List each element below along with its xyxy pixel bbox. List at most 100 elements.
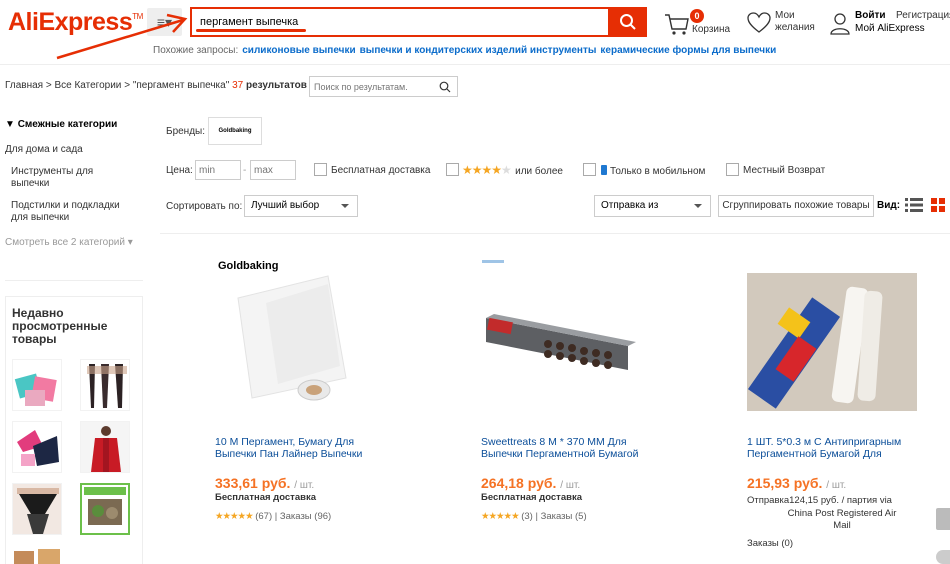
- my-aliexpress-link[interactable]: Мой AliExpress: [855, 23, 925, 34]
- feedback-tab[interactable]: [936, 508, 950, 530]
- recent-thumbnail[interactable]: [80, 421, 130, 473]
- cart-icon: [665, 14, 689, 35]
- orders-count[interactable]: Заказы (5): [541, 511, 587, 522]
- filters-divider: [160, 233, 950, 234]
- ship-from-select[interactable]: Отправка из: [594, 195, 711, 217]
- product-image: [12, 545, 62, 564]
- product-image: Goldbaking: [208, 258, 378, 408]
- product-image: [81, 360, 129, 410]
- product-image: [13, 360, 61, 410]
- brand-filter-goldbaking[interactable]: Goldbaking: [208, 117, 262, 145]
- review-count[interactable]: (67): [255, 511, 272, 522]
- product-image: [478, 258, 648, 408]
- category-parent[interactable]: Для дома и сада: [5, 144, 83, 156]
- register-link[interactable]: Регистрация: [896, 10, 950, 21]
- price-max-input[interactable]: [251, 161, 295, 179]
- rating-stars[interactable]: ★★★★★ или более: [462, 163, 563, 177]
- scroll-top-button[interactable]: [936, 550, 950, 564]
- breadcrumb-home[interactable]: Главная: [5, 80, 43, 91]
- search-box[interactable]: [190, 7, 608, 37]
- price-max-field[interactable]: [250, 160, 296, 180]
- local-return-label[interactable]: Местный Возврат: [743, 165, 825, 176]
- recent-thumbnail[interactable]: [80, 359, 130, 411]
- breadcrumb-query: "пергамент выпечка": [132, 80, 230, 91]
- header-divider: [0, 64, 950, 65]
- review-count[interactable]: (3): [521, 511, 533, 522]
- related-categories-title[interactable]: ▼ Смежные категории: [5, 119, 117, 130]
- related-link[interactable]: выпечки и кондитерских изделий инструмен…: [360, 45, 597, 56]
- wishlist-label: Мои желания: [775, 10, 815, 33]
- recently-viewed-panel: Недавно просмотренные товары: [5, 296, 143, 564]
- related-link[interactable]: силиконовые выпечки: [242, 45, 355, 56]
- price-min-field[interactable]: [195, 160, 241, 180]
- product-price: 264,18 руб. / шт.: [481, 475, 581, 491]
- search-within-input[interactable]: [310, 77, 430, 96]
- product-title[interactable]: 1 ШТ. 5*0.3 м С Антипригарным Пергаментн…: [747, 436, 922, 460]
- chevron-down-icon: [341, 204, 349, 208]
- free-shipping-label[interactable]: Бесплатная доставка: [331, 165, 430, 176]
- product-image-link[interactable]: [478, 258, 648, 408]
- grid-view-icon[interactable]: [931, 198, 945, 212]
- price-label: Цена:: [166, 165, 193, 176]
- sidebar-divider: [5, 280, 143, 281]
- cart-link[interactable]: 0 Корзина: [664, 9, 734, 37]
- recent-thumbnail[interactable]: [12, 359, 62, 411]
- product-image-link[interactable]: [747, 273, 917, 411]
- category-item[interactable]: Подстилки и подкладки для выпечки: [11, 200, 131, 224]
- brands-label: Бренды:: [166, 126, 206, 137]
- product-title[interactable]: Sweettreats 8 M * 370 MM Для Выпечки Пер…: [481, 436, 656, 460]
- category-item[interactable]: Инструменты для выпечки: [11, 166, 131, 190]
- heart-icon: [747, 12, 771, 33]
- chevron-down-icon: ▾: [124, 237, 133, 248]
- account-area[interactable]: Войти Регистрация Мой AliExpress: [830, 9, 950, 37]
- product-price: 215,93 руб. / шт.: [747, 475, 847, 491]
- sort-select[interactable]: Лучший выбор: [244, 195, 358, 217]
- results-label: результатов: [245, 80, 307, 91]
- list-view-icon[interactable]: [905, 198, 923, 212]
- breadcrumb: Главная > Все Категории > "пергамент вып…: [5, 80, 316, 91]
- chevron-down-icon: [694, 204, 702, 208]
- product-image: [13, 484, 61, 534]
- recent-thumbnail[interactable]: [80, 483, 130, 535]
- cart-count-badge: 0: [690, 9, 704, 23]
- mobile-only-label[interactable]: Только в мобильном: [601, 165, 705, 177]
- related-link[interactable]: керамические формы для выпечки: [600, 45, 776, 56]
- search-icon: [619, 14, 636, 30]
- related-label: Похожие запросы:: [153, 45, 239, 56]
- local-return-checkbox[interactable]: [726, 163, 739, 176]
- breadcrumb-all-categories[interactable]: Все Категории: [54, 80, 121, 91]
- price-min-input[interactable]: [196, 161, 240, 179]
- free-shipping-checkbox[interactable]: [314, 163, 327, 176]
- recently-viewed-title: Недавно просмотренные товары: [12, 306, 108, 346]
- result-count: 37: [232, 80, 244, 91]
- mobile-icon: [601, 165, 607, 175]
- orders-count[interactable]: Заказы (0): [747, 538, 793, 550]
- cart-label: Корзина: [692, 24, 731, 35]
- product-price: 333,61 руб. / шт.: [215, 475, 315, 491]
- rating-stars: ★★★★★: [481, 511, 520, 522]
- group-similar-button[interactable]: Сгруппировать похожие товары: [718, 195, 874, 217]
- product-image-link[interactable]: Goldbaking: [208, 258, 378, 408]
- search-icon[interactable]: [439, 81, 451, 93]
- product-image: [747, 273, 917, 411]
- wishlist-link[interactable]: Мои желания: [747, 9, 827, 37]
- mobile-only-checkbox[interactable]: [583, 163, 596, 176]
- orders-count[interactable]: Заказы (96): [280, 511, 331, 522]
- search-button[interactable]: [608, 7, 647, 37]
- product-title[interactable]: 10 М Пергамент, Бумагу Для Выпечки Пан Л…: [215, 436, 390, 460]
- user-icon: [830, 13, 850, 35]
- recent-thumbnail[interactable]: [12, 545, 62, 564]
- view-all-categories-link[interactable]: Смотреть все 2 категорий ▾: [5, 237, 133, 248]
- product-image: [13, 422, 61, 472]
- product-shipping: Бесплатная доставка: [481, 492, 582, 503]
- search-within-results[interactable]: [309, 76, 458, 97]
- recent-thumbnail[interactable]: [12, 421, 62, 473]
- brand-tag: Goldbaking: [218, 260, 279, 272]
- rating-checkbox[interactable]: [446, 163, 459, 176]
- recent-thumbnail[interactable]: [12, 483, 62, 535]
- view-label: Вид:: [877, 200, 901, 211]
- login-link[interactable]: Войти: [855, 10, 886, 21]
- rating-stars: ★★★★★: [215, 511, 254, 522]
- product-image: [81, 422, 129, 472]
- product-shipping-method: China Post Registered Air Mail: [787, 508, 897, 531]
